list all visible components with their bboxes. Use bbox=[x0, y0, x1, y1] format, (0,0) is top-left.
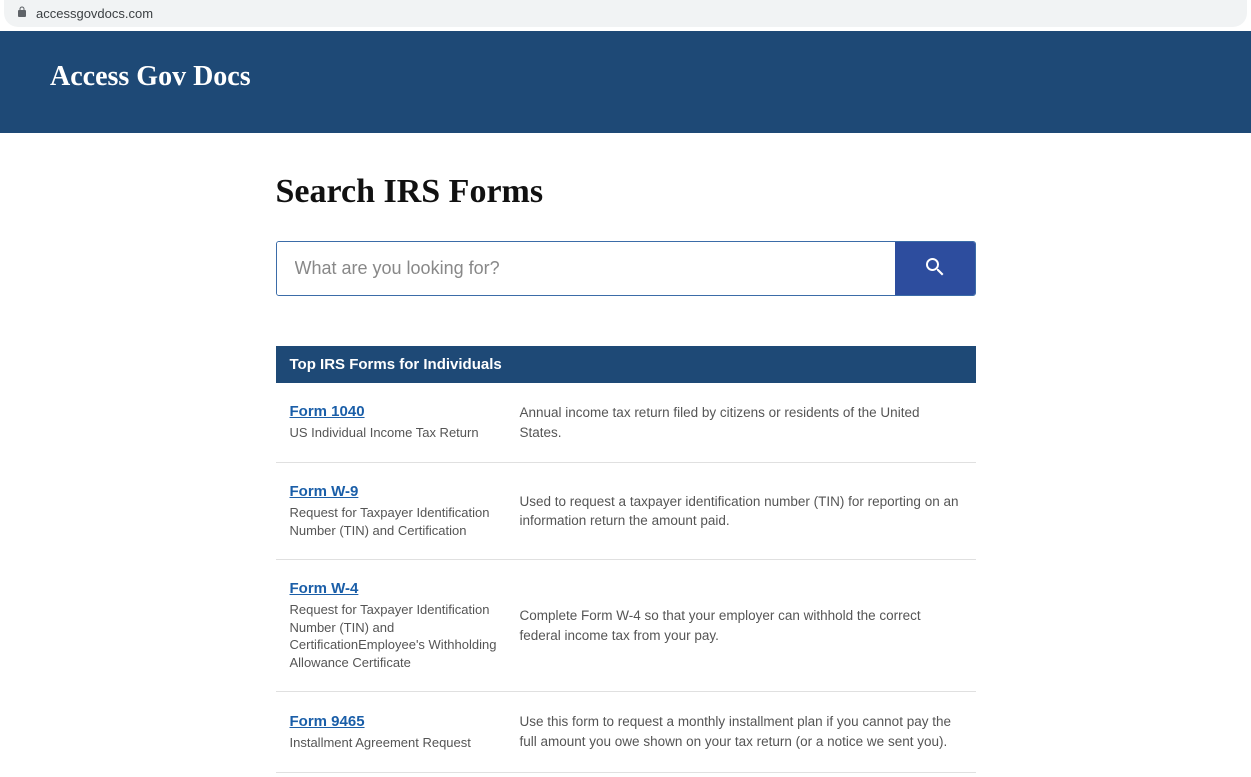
site-title: Access Gov Docs bbox=[50, 61, 1201, 93]
form-subtitle: Installment Agreement Request bbox=[290, 734, 500, 752]
url-text: accessgovdocs.com bbox=[36, 6, 153, 21]
browser-url-bar[interactable]: accessgovdocs.com bbox=[4, 0, 1247, 27]
forms-list: Form 1040 US Individual Income Tax Retur… bbox=[276, 383, 976, 773]
form-link[interactable]: Form W-9 bbox=[290, 483, 359, 500]
form-link[interactable]: Form 9465 bbox=[290, 713, 365, 730]
form-subtitle: US Individual Income Tax Return bbox=[290, 424, 500, 442]
form-subtitle: Request for Taxpayer Identification Numb… bbox=[290, 601, 500, 671]
form-description: Used to request a taxpayer identificatio… bbox=[520, 492, 962, 531]
form-description: Use this form to request a monthly insta… bbox=[520, 712, 962, 751]
form-name-block: Form W-4 Request for Taxpayer Identifica… bbox=[290, 580, 500, 671]
search-input[interactable] bbox=[277, 242, 895, 295]
search-form bbox=[276, 241, 976, 296]
search-button[interactable] bbox=[895, 242, 975, 295]
form-description: Complete Form W-4 so that your employer … bbox=[520, 606, 962, 645]
search-heading: Search IRS Forms bbox=[276, 173, 976, 211]
form-row: Form 1040 US Individual Income Tax Retur… bbox=[276, 383, 976, 463]
form-link[interactable]: Form 1040 bbox=[290, 403, 365, 420]
form-link[interactable]: Form W-4 bbox=[290, 580, 359, 597]
form-row: Form W-4 Request for Taxpayer Identifica… bbox=[276, 560, 976, 692]
form-name-block: Form 9465 Installment Agreement Request bbox=[290, 713, 500, 752]
main-content: Search IRS Forms Top IRS Forms for Indiv… bbox=[266, 173, 986, 773]
form-row: Form W-9 Request for Taxpayer Identifica… bbox=[276, 463, 976, 560]
forms-section-title: Top IRS Forms for Individuals bbox=[276, 346, 976, 383]
form-name-block: Form W-9 Request for Taxpayer Identifica… bbox=[290, 483, 500, 539]
search-icon bbox=[923, 255, 947, 282]
form-name-block: Form 1040 US Individual Income Tax Retur… bbox=[290, 403, 500, 442]
form-description: Annual income tax return filed by citize… bbox=[520, 403, 962, 442]
form-subtitle: Request for Taxpayer Identification Numb… bbox=[290, 504, 500, 539]
lock-icon bbox=[16, 6, 28, 21]
site-header: Access Gov Docs bbox=[0, 31, 1251, 133]
form-row: Form 9465 Installment Agreement Request … bbox=[276, 692, 976, 772]
